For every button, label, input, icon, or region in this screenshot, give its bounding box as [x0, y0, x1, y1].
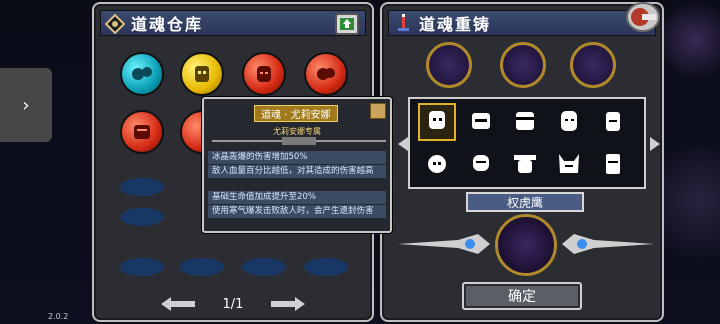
empty-soul-slot	[304, 258, 348, 276]
page-indicator: 1/1	[222, 296, 244, 312]
tooltip-soul-name: 道魂 · 尤莉安娜	[254, 105, 338, 122]
soul-reforge-title-bar: 道魂重铸	[388, 10, 656, 36]
character-portrait[interactable]	[550, 145, 588, 183]
character-portrait[interactable]	[506, 103, 544, 141]
effect-line: 冰晶轰爆的伤害增加50%	[208, 151, 386, 164]
reforge-material-slot[interactable]	[570, 42, 616, 88]
right-ornament-icon	[562, 234, 654, 254]
storage-pager: 1/1	[94, 292, 372, 316]
soul-storage-title-bar: 道魂仓库	[100, 10, 366, 36]
effect-line: 敌人血量百分比越低，对其造成的伤害越高	[208, 165, 386, 178]
soul-emblem-icon	[370, 103, 386, 119]
divider-ornament	[212, 137, 386, 145]
soul-face-icon	[195, 66, 209, 82]
soul-face-icon	[317, 68, 335, 80]
empty-soul-slot	[120, 178, 164, 196]
character-portrait[interactable]	[506, 145, 544, 183]
grid-next-arrow-icon[interactable]	[650, 137, 660, 151]
character-portrait[interactable]	[550, 103, 588, 141]
chevron-right-icon: ›	[22, 94, 30, 116]
arrow-left-icon[interactable]	[160, 297, 195, 311]
grid-prev-arrow-icon[interactable]	[398, 137, 408, 151]
soul-orb-yellow[interactable]	[180, 52, 224, 96]
soul-orb-cyan[interactable]	[120, 52, 164, 96]
selected-character-name: 权虎鹰	[466, 192, 584, 212]
soul-detail-tooltip: 道魂 · 尤莉安娜 尤莉安娜专属 冰晶轰爆的伤害增加50% 敌人血量百分比越低，…	[202, 97, 392, 233]
empty-soul-slot	[120, 208, 164, 226]
soul-face-icon	[257, 66, 271, 82]
soul-orb-red[interactable]	[120, 110, 164, 154]
soul-orb-red[interactable]	[242, 52, 286, 96]
soul-face-icon	[134, 125, 150, 139]
character-select-grid	[408, 97, 646, 189]
soul-storage-title: 道魂仓库	[131, 15, 204, 34]
tooltip-subtitle: 尤莉安娜专属	[273, 127, 321, 136]
effect-line: 基础生命值加成提升至20%	[208, 191, 386, 204]
reforge-result-slot[interactable]	[495, 214, 557, 276]
version-label: 2.0.2	[48, 312, 69, 321]
reforge-material-slot[interactable]	[500, 42, 546, 88]
close-icon[interactable]	[626, 2, 660, 32]
soul-face-icon	[132, 67, 152, 80]
character-portrait[interactable]	[462, 103, 500, 141]
upgrade-badge-icon[interactable]	[335, 13, 359, 35]
side-drawer-toggle[interactable]: ›	[0, 68, 52, 142]
soul-reforge-title: 道魂重铸	[419, 15, 492, 34]
arrow-right-icon[interactable]	[271, 297, 306, 311]
effect-line: 使用寒气爆发击败敌人时，会产生遗封伤害	[208, 205, 386, 218]
character-portrait[interactable]	[594, 103, 632, 141]
reforge-material-slot[interactable]	[426, 42, 472, 88]
soul-orb-red[interactable]	[304, 52, 348, 96]
character-portrait[interactable]	[418, 145, 456, 183]
character-portrait[interactable]	[462, 145, 500, 183]
soul-reforge-icon	[398, 14, 409, 31]
character-portrait[interactable]	[594, 145, 632, 183]
confirm-button[interactable]: 确定	[462, 282, 582, 310]
soul-gem-icon	[105, 14, 125, 34]
left-ornament-icon	[398, 234, 490, 254]
empty-soul-slot	[120, 258, 164, 276]
empty-soul-slot	[180, 258, 224, 276]
character-portrait[interactable]	[418, 103, 456, 141]
empty-soul-slot	[242, 258, 286, 276]
